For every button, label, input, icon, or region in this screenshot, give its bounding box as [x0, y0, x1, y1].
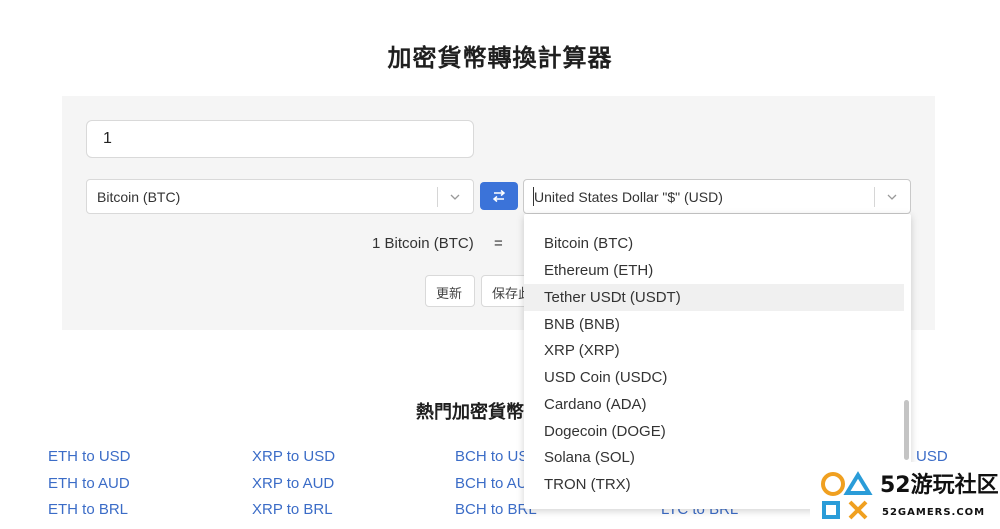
- to-currency-value: United States Dollar "$" (USD): [534, 189, 723, 205]
- dropdown-option[interactable]: USD Coin (USDC): [524, 364, 904, 391]
- link-xrp-brl[interactable]: XRP to BRL: [252, 501, 333, 518]
- refresh-button[interactable]: 更新: [425, 275, 475, 307]
- select-separator: [874, 187, 875, 207]
- page-title: 加密貨幣轉換計算器: [387, 44, 613, 72]
- dropdown-option[interactable]: Dogecoin (DOGE): [524, 418, 904, 445]
- chevron-down-icon: [887, 194, 897, 200]
- popular-section-title: 熱門加密貨幣: [416, 402, 524, 423]
- watermark-text: 52游玩社区: [880, 473, 999, 498]
- swap-icon: [492, 189, 506, 203]
- link-eth-brl[interactable]: ETH to BRL: [48, 501, 128, 518]
- dropdown-option-hovered[interactable]: Tether USDt (USDT): [524, 284, 904, 311]
- dropdown-option[interactable]: Ethereum (ETH): [524, 257, 904, 284]
- link-xrp-usd[interactable]: XRP to USD: [252, 448, 335, 465]
- amount-input[interactable]: [86, 120, 474, 158]
- dropdown-option[interactable]: BNB (BNB): [524, 311, 904, 338]
- watermark-logo: 52游玩社区 52GAMERS.COM: [810, 462, 1000, 529]
- dropdown-option[interactable]: Cardano (ADA): [524, 391, 904, 418]
- dropdown-option[interactable]: XRP (XRP): [524, 337, 904, 364]
- equals-sign: =: [494, 235, 503, 252]
- select-separator: [437, 187, 438, 207]
- to-currency-select[interactable]: United States Dollar "$" (USD): [523, 179, 911, 214]
- result-text: 1 Bitcoin (BTC): [372, 235, 474, 252]
- swap-button[interactable]: [480, 182, 518, 210]
- dropdown-scrollbar[interactable]: [904, 400, 909, 460]
- from-currency-value: Bitcoin (BTC): [97, 189, 181, 205]
- dropdown-option[interactable]: Bitcoin (BTC): [524, 230, 904, 257]
- chevron-down-icon: [450, 194, 460, 200]
- link-eth-usd[interactable]: ETH to USD: [48, 448, 131, 465]
- link-eth-aud[interactable]: ETH to AUD: [48, 475, 130, 492]
- link-xrp-aud[interactable]: XRP to AUD: [252, 475, 334, 492]
- from-currency-select[interactable]: Bitcoin (BTC): [86, 179, 474, 214]
- game-buttons-icon: [821, 471, 873, 520]
- watermark-subtext: 52GAMERS.COM: [882, 507, 986, 518]
